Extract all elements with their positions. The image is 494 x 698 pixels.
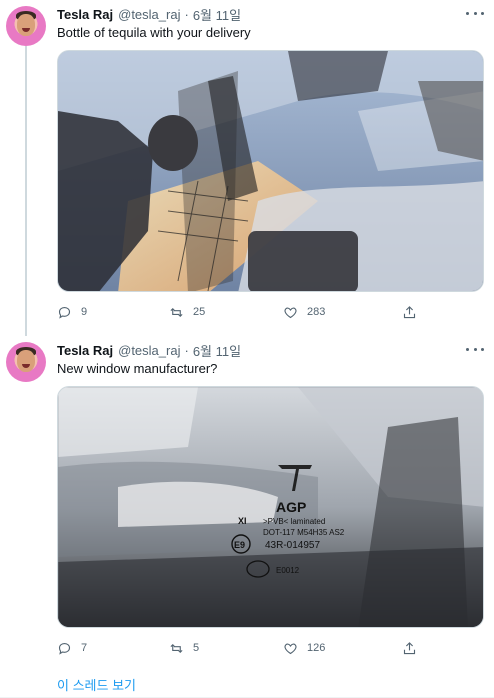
like-count: 126 [307,642,326,654]
reply-button[interactable]: 7 [57,639,87,657]
retweet-count: 5 [193,642,200,654]
reply-count: 9 [81,306,88,318]
e-mark-text: E9 [234,540,245,550]
separator-dot: · [184,6,189,22]
share-icon [403,641,416,654]
like-count: 283 [307,306,326,318]
reply-icon [58,306,71,319]
more-icon[interactable] [466,6,484,20]
like-button[interactable]: 283 [283,303,325,321]
tweet-photo[interactable]: AGP >PVB< laminated XI DOT-117 M54H35 AS… [57,386,484,628]
tweet-photo[interactable] [57,50,484,292]
retweet-icon [170,307,183,317]
dot-code-text: DOT-117 M54H35 AS2 [263,528,345,537]
reply-button[interactable]: 9 [57,303,87,321]
heart-icon [284,307,297,318]
tesla-glass-roof-photo [58,51,483,291]
xi-text: XI [238,516,247,526]
thread-connector-line [25,46,27,336]
share-icon [403,305,416,318]
author-handle[interactable]: @tesla_raj [118,343,180,358]
retweet-count: 25 [193,306,206,318]
reply-count: 7 [81,642,88,654]
tweet-date[interactable]: 6월 11일 [193,341,241,360]
author-handle[interactable]: @tesla_raj [118,7,180,22]
separator-dot: · [184,342,189,358]
tweet-header: Tesla Raj @tesla_raj · 6월 11일 [57,5,241,24]
ccc-code-text: E0012 [276,566,300,575]
tweet-header: Tesla Raj @tesla_raj · 6월 11일 [57,341,241,360]
tweet-text: Bottle of tequila with your delivery [57,25,251,40]
show-thread-link[interactable]: 이 스레드 보기 [57,675,136,694]
laminated-text: >PVB< laminated [263,517,325,526]
heart-icon [284,643,297,654]
agp-brand-text: AGP [276,499,306,515]
windshield-label-photo: AGP >PVB< laminated XI DOT-117 M54H35 AS… [58,387,483,627]
avatar[interactable] [6,342,46,382]
tweet-text: New window manufacturer? [57,361,218,376]
reply-icon [58,642,71,655]
more-icon[interactable] [466,342,484,356]
share-button[interactable] [402,639,417,657]
retweet-button[interactable]: 25 [169,303,205,321]
like-button[interactable]: 126 [283,639,325,657]
author-name[interactable]: Tesla Raj [57,7,113,22]
tweet-date[interactable]: 6월 11일 [193,5,241,24]
avatar[interactable] [6,6,46,46]
author-name[interactable]: Tesla Raj [57,343,113,358]
share-button[interactable] [402,303,417,321]
approval-number-text: 43R-014957 [265,540,320,551]
retweet-button[interactable]: 5 [169,639,199,657]
retweet-icon [170,643,183,653]
